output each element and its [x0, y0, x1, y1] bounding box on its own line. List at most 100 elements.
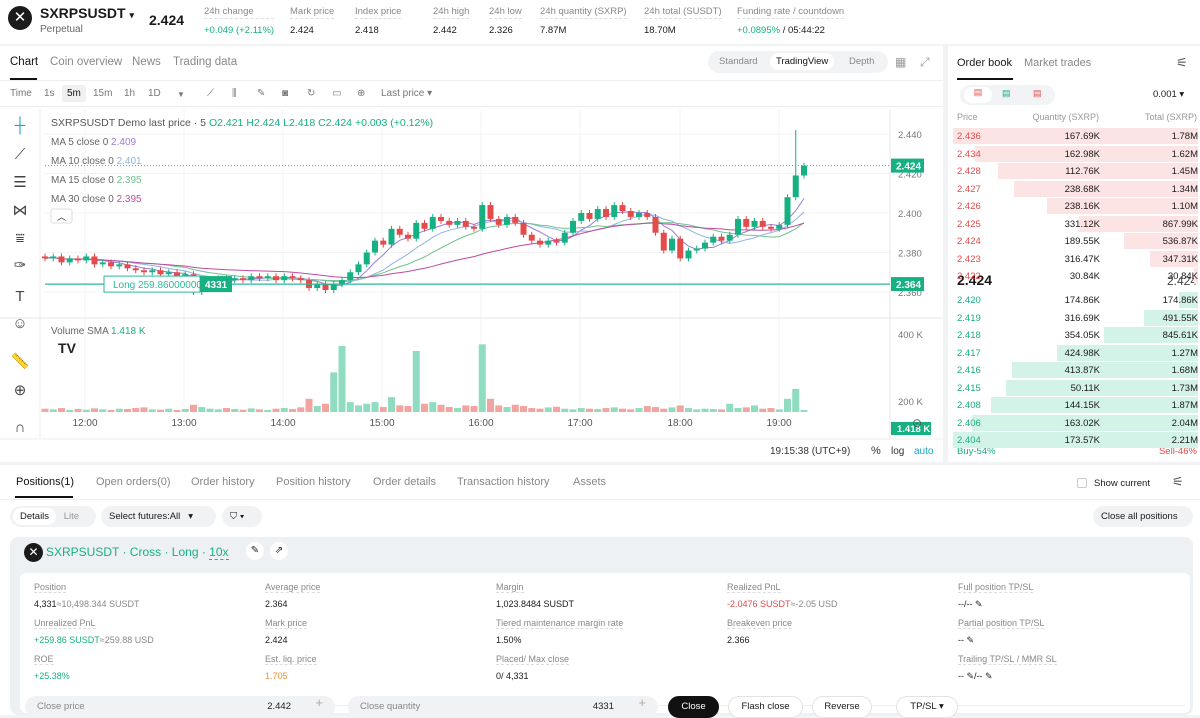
candle-type-icon[interactable]: ⫼ [232, 88, 237, 99]
bid-row[interactable]: 2.408 144.15K 1.87M [953, 397, 1198, 413]
edit-leverage-icon[interactable]: ✎ [246, 542, 264, 560]
text-icon[interactable]: T [15, 288, 24, 305]
tab-order-book[interactable]: Order book [957, 57, 1012, 69]
settings-sliders-icon[interactable]: ⚟ [1172, 474, 1184, 490]
ask-row[interactable]: 2.428 112.76K 1.45M [953, 163, 1198, 179]
add-icon[interactable]: ⊕ [357, 88, 365, 99]
magnet-icon[interactable]: ∩ [15, 419, 26, 436]
show-current-checkbox[interactable] [1077, 478, 1087, 488]
ask-row[interactable]: 2.427 238.68K 1.34M [953, 180, 1198, 197]
chart-settings-icon[interactable]: ⊙ [912, 416, 922, 430]
tab-market-trades[interactable]: Market trades [1024, 57, 1091, 69]
percent-scale-toggle[interactable]: % [871, 445, 881, 457]
filter-dropdown[interactable]: ⛉ ▾ [222, 506, 262, 527]
field-value[interactable]: --/-- ✎ [958, 599, 1033, 610]
both-sides-icon[interactable]: ▤ [964, 87, 992, 103]
draw-icon[interactable]: ✎ [257, 88, 265, 99]
price: 2.406 [957, 417, 981, 429]
view-depth[interactable]: Depth [849, 56, 874, 67]
interval-5m[interactable]: 5m [62, 85, 86, 102]
fib-retracement-icon[interactable]: ⩸ [15, 230, 24, 247]
fullscreen-icon[interactable]: ⤢ [920, 55, 930, 70]
horizontal-lines-icon[interactable]: ☰ [13, 174, 26, 191]
bid-row[interactable]: 2.404 173.57K 2.21M [953, 432, 1198, 448]
ask-row[interactable]: 2.424 189.55K 536.87K [953, 233, 1198, 249]
details-option[interactable]: Details [13, 508, 57, 525]
field-value[interactable]: -- ✎/-- ✎ [958, 671, 1057, 682]
pattern-icon[interactable]: ⋈ [13, 202, 28, 219]
screenshot-icon[interactable]: ◙ [282, 88, 288, 99]
ask-row[interactable]: 2.436 167.69K 1.78M [953, 128, 1198, 144]
candle [487, 205, 494, 219]
tab-order-details[interactable]: Order details [373, 476, 436, 488]
tab-coin-overview[interactable]: Coin overview [50, 56, 122, 68]
ma-legend[interactable]: MA 30 close 0 2.395 [51, 194, 142, 205]
log-scale-toggle[interactable]: log [891, 446, 904, 457]
interval-1h[interactable]: 1h [124, 88, 135, 99]
precision-select[interactable]: 0.001 ▾ [1153, 89, 1184, 100]
tab-order-history[interactable]: Order history [191, 476, 255, 488]
ask-row[interactable]: 2.425 331.12K 867.99K [953, 215, 1198, 232]
ask-row[interactable]: 2.434 162.98K 1.62M [953, 145, 1198, 162]
quantity: 163.02K [1064, 417, 1100, 429]
tab-chart[interactable]: Chart [10, 56, 38, 68]
view-tradingview[interactable]: TradingView [770, 53, 835, 70]
ma-legend[interactable]: MA 10 close 0 2.401 [51, 156, 142, 167]
close-all-positions-button[interactable]: Close all positions [1093, 506, 1193, 527]
settings-sliders-icon[interactable]: ⚟ [1176, 55, 1188, 71]
asks-only-icon[interactable]: ▤ [1033, 88, 1042, 99]
auto-scale-toggle[interactable]: auto [914, 446, 934, 457]
tab-positions[interactable]: Positions(1) [16, 476, 74, 488]
bid-row[interactable]: 2.417 424.98K 1.27M [953, 344, 1198, 361]
price-tick: 2.380 [898, 249, 922, 260]
reset-icon[interactable]: ↻ [307, 88, 315, 99]
stat-value-text: 2.418 [355, 25, 379, 36]
zoom-in-icon[interactable]: ⊕ [14, 382, 27, 399]
grid-layout-icon[interactable]: ▦ [895, 55, 906, 69]
ma-legend[interactable]: MA 5 close 0 2.409 [51, 137, 137, 148]
ask-row[interactable]: 2.423 316.47K 347.31K [953, 250, 1198, 267]
field-label: Placed/ Max close [496, 654, 570, 665]
bids-only-icon[interactable]: ▤ [1002, 88, 1011, 99]
bid-row[interactable]: 2.418 354.05K 845.61K [953, 327, 1198, 343]
tab-open-orders[interactable]: Open orders(0) [96, 476, 171, 488]
symbol-selector[interactable]: SXRPSUSDT ▾ [40, 5, 134, 21]
lite-option[interactable]: Lite [64, 511, 79, 522]
view-standard[interactable]: Standard [719, 56, 758, 67]
tab-trading-data[interactable]: Trading data [173, 56, 237, 68]
bid-row[interactable]: 2.419 316.69K 491.55K [953, 309, 1198, 326]
plus-icon[interactable]: + [315, 692, 323, 714]
ask-row[interactable]: 2.426 238.16K 1.10M [953, 198, 1198, 214]
trend-line-icon[interactable]: ⟋ [15, 146, 26, 163]
ruler-icon[interactable]: 📏 [11, 352, 30, 370]
tab-transaction-history[interactable]: Transaction history [457, 476, 550, 488]
bid-row[interactable]: 2.415 50.11K 1.73M [953, 379, 1198, 396]
volume-legend[interactable]: Volume SMA 1.418 K [51, 326, 146, 337]
bid-row[interactable]: 2.406 163.02K 2.04M [953, 414, 1198, 431]
calendar-icon[interactable]: ▭ [332, 88, 341, 99]
tab-news[interactable]: News [132, 56, 161, 68]
leverage[interactable]: 10x [209, 545, 229, 560]
plus-icon[interactable]: + [638, 692, 646, 714]
tab-position-history[interactable]: Position history [276, 476, 351, 488]
crosshair-icon[interactable]: ┼ [14, 116, 26, 135]
stat-value: 2.418 [355, 25, 401, 36]
tab-assets[interactable]: Assets [573, 476, 606, 488]
price-type-select[interactable]: Last price ▾ [381, 88, 432, 99]
interval-1d[interactable]: 1D [148, 88, 161, 99]
indicator-icon[interactable]: ⟋ [207, 88, 214, 99]
emoji-icon[interactable]: ☺ [12, 315, 27, 332]
ma-legend[interactable]: MA 15 close 0 2.395 [51, 175, 142, 186]
interval-15m[interactable]: 15m [93, 88, 112, 99]
ask-row[interactable]: 2.422 30.84K 30.84K [953, 268, 1198, 284]
brush-icon[interactable]: ✑ [14, 257, 27, 274]
more-intervals-icon[interactable]: ▼ [177, 90, 185, 99]
share-icon[interactable]: ⇗ [270, 542, 288, 560]
field-value[interactable]: -- ✎ [958, 635, 1044, 646]
volume-bar [140, 407, 148, 412]
select-futures-dropdown[interactable]: Select futures:All ▾ [101, 506, 216, 527]
bid-row[interactable]: 2.416 413.87K 1.68M [953, 362, 1198, 378]
price-chart[interactable]: ┼ ⟋ ☰ ⋈ ⩸ ✑ T ☺ 📏 ⊕ ∩ TV Long 259.86000000 4331 2.440 2… [0, 109, 943, 465]
interval-1s[interactable]: 1s [44, 88, 55, 99]
bid-row[interactable]: 2.420 174.86K 174.86K [953, 292, 1198, 308]
